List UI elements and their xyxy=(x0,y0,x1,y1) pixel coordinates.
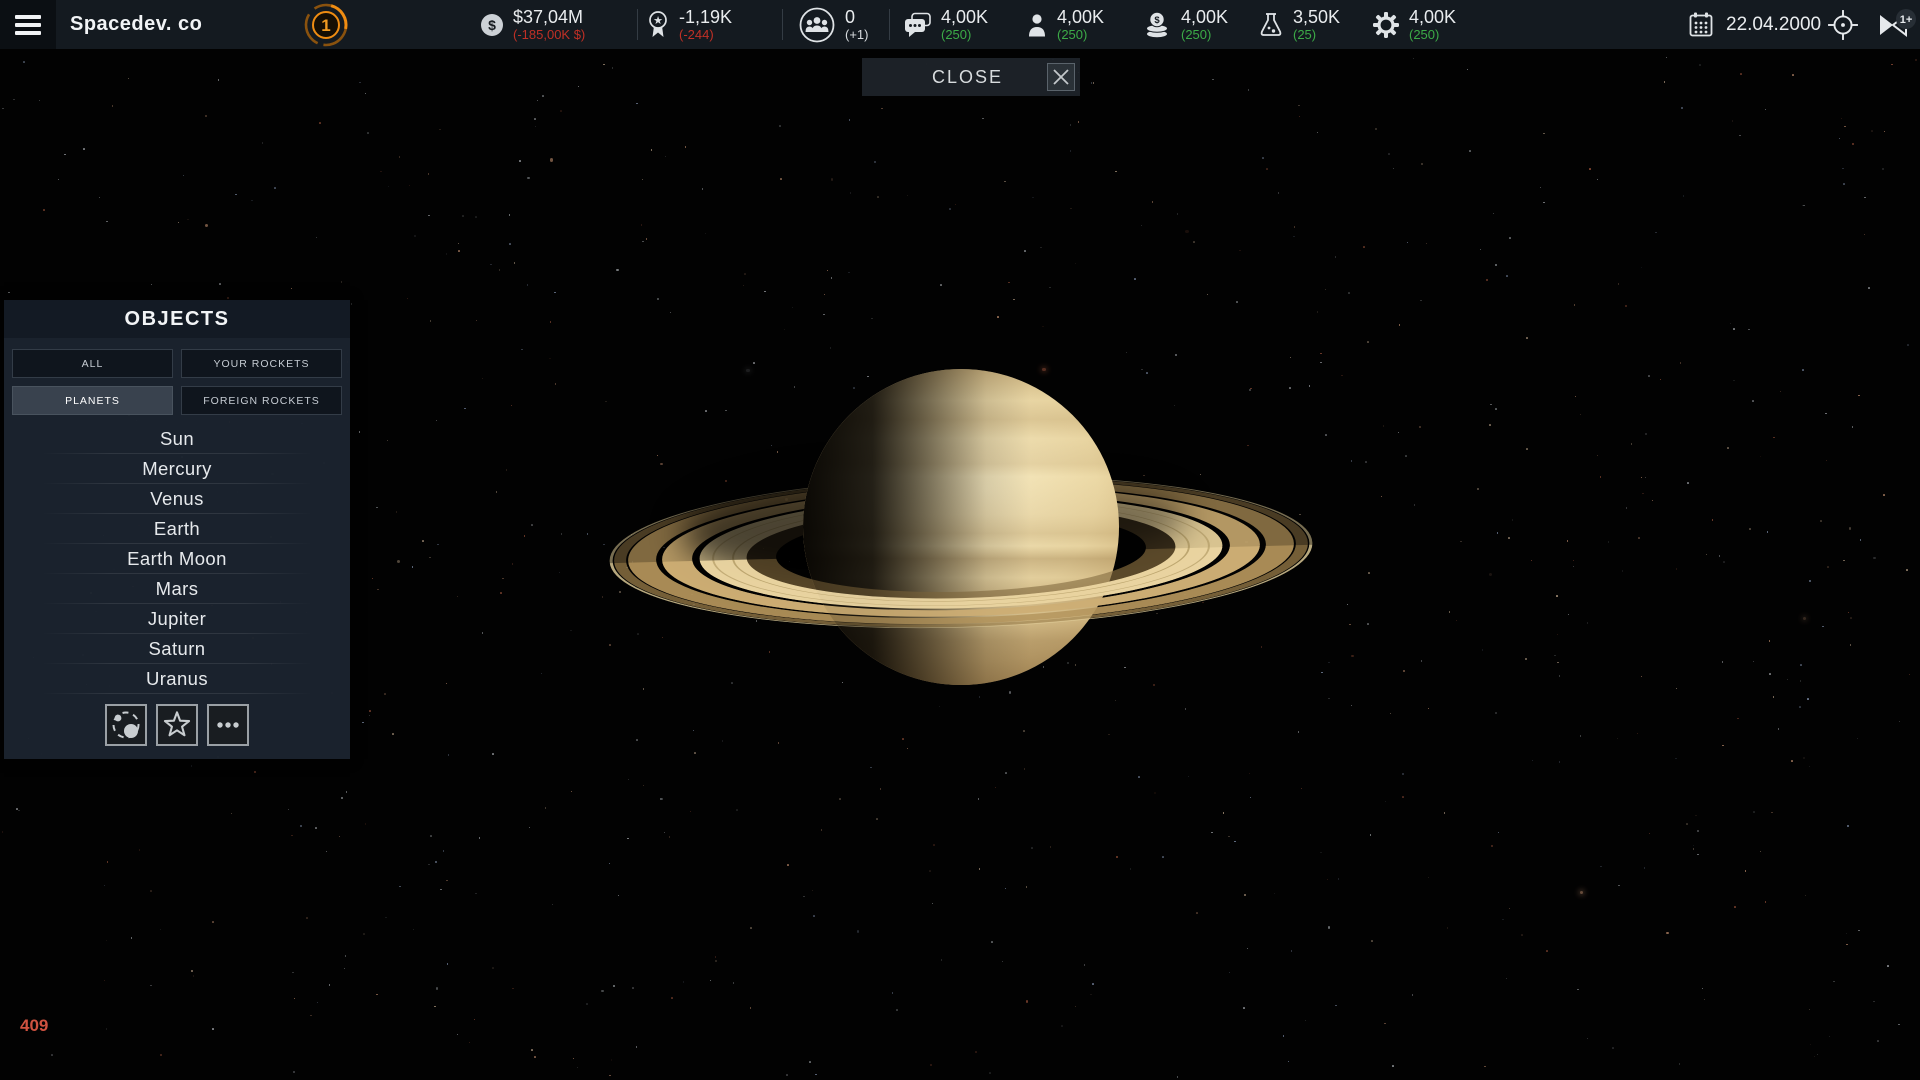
stat-delta: (25) xyxy=(1293,28,1340,42)
svg-text:★: ★ xyxy=(653,15,663,27)
stat-delta: (-244) xyxy=(679,28,732,42)
stat-value: -1,19K xyxy=(679,8,732,27)
app-title: Spacedev. co xyxy=(70,0,202,49)
coins-icon: $ xyxy=(1142,11,1172,39)
chat-icon xyxy=(903,12,932,38)
objects-list: Sun Mercury Venus Earth Earth Moon Mars … xyxy=(4,424,350,694)
date-display[interactable]: 22.04.2000 xyxy=(1688,0,1821,49)
close-label: CLOSE xyxy=(862,67,1047,88)
objects-panel-title: OBJECTS xyxy=(4,300,350,338)
orbit-icon xyxy=(110,709,142,741)
stat-delta: (+1) xyxy=(845,28,868,42)
list-item-mars[interactable]: Mars xyxy=(4,574,350,604)
stat-value: $37,04M xyxy=(513,8,585,27)
stat-delta: (250) xyxy=(1057,28,1104,42)
locate-button[interactable] xyxy=(1826,8,1860,42)
stat-money[interactable]: $ $37,04M(-185,00K $) xyxy=(480,0,585,49)
stat-reputation[interactable]: ★ -1,19K(-244) xyxy=(646,0,732,49)
population-icon xyxy=(798,6,836,44)
close-x-icon xyxy=(1048,64,1074,90)
objects-panel: OBJECTS ALL YOUR ROCKETS PLANETS FOREIGN… xyxy=(4,300,350,759)
ellipsis-icon xyxy=(214,711,242,739)
stat-value: 4,00K xyxy=(1181,8,1228,27)
stat-coins[interactable]: $ 4,00K(250) xyxy=(1142,0,1228,49)
saturn-globe xyxy=(803,369,1119,685)
stat-delta: (250) xyxy=(941,28,988,42)
gear-icon xyxy=(1372,11,1400,39)
list-item-earth-moon[interactable]: Earth Moon xyxy=(4,544,350,574)
flask-icon xyxy=(1258,11,1284,39)
list-item-earth[interactable]: Earth xyxy=(4,514,350,544)
list-item-sun[interactable]: Sun xyxy=(4,424,350,454)
menu-button[interactable] xyxy=(0,0,56,49)
stat-value: 4,00K xyxy=(1409,8,1456,27)
tab-your-rockets[interactable]: YOUR ROCKETS xyxy=(181,349,342,378)
level-value: 1 xyxy=(321,16,330,35)
close-x-button[interactable] xyxy=(1047,63,1075,91)
orbits-button[interactable] xyxy=(105,704,147,746)
time-speed-button[interactable]: 1+ xyxy=(1876,7,1918,43)
list-item-jupiter[interactable]: Jupiter xyxy=(4,604,350,634)
stat-value: 4,00K xyxy=(1057,8,1104,27)
crosshair-icon xyxy=(1827,9,1859,41)
dollar-coin-icon: $ xyxy=(480,13,504,37)
star-icon xyxy=(162,710,192,740)
hamburger-icon xyxy=(15,15,41,35)
svg-text:$: $ xyxy=(1154,15,1160,26)
tab-foreign-rockets[interactable]: FOREIGN ROCKETS xyxy=(181,386,342,415)
planet-saturn[interactable] xyxy=(570,340,1360,720)
divider xyxy=(637,9,638,40)
list-item-mercury[interactable]: Mercury xyxy=(4,454,350,484)
svg-text:$: $ xyxy=(488,17,496,33)
debug-counter: 409 xyxy=(20,1016,48,1036)
stat-production[interactable]: 4,00K(250) xyxy=(1372,0,1456,49)
stat-science[interactable]: 3,50K(25) xyxy=(1258,0,1340,49)
medal-icon: ★ xyxy=(646,10,670,40)
stat-delta: (250) xyxy=(1409,28,1456,42)
level-badge[interactable]: 1 xyxy=(303,2,349,48)
tab-planets[interactable]: PLANETS xyxy=(12,386,173,415)
list-item-saturn[interactable]: Saturn xyxy=(4,634,350,664)
list-item-venus[interactable]: Venus xyxy=(4,484,350,514)
stat-contacts[interactable]: 4,00K(250) xyxy=(903,0,988,49)
stat-value: 0 xyxy=(845,8,868,27)
objects-panel-actions xyxy=(4,694,350,759)
close-button[interactable]: CLOSE xyxy=(862,58,1080,96)
stat-population[interactable]: 0(+1) xyxy=(798,0,868,49)
list-item-uranus[interactable]: Uranus xyxy=(4,664,350,694)
top-resource-bar: Spacedev. co 1 $ $37,04M(-185,00K $) ★ -… xyxy=(0,0,1920,49)
favorite-button[interactable] xyxy=(156,704,198,746)
more-options-button[interactable] xyxy=(207,704,249,746)
date-value: 22.04.2000 xyxy=(1726,14,1821,36)
stat-delta: (250) xyxy=(1181,28,1228,42)
game-stage: Spacedev. co 1 $ $37,04M(-185,00K $) ★ -… xyxy=(0,0,1920,1080)
stat-staff[interactable]: 4,00K(250) xyxy=(1026,0,1104,49)
divider xyxy=(889,9,890,40)
person-icon xyxy=(1026,12,1048,38)
stat-delta: (-185,00K $) xyxy=(513,28,585,42)
tab-all[interactable]: ALL xyxy=(12,349,173,378)
calendar-icon xyxy=(1688,12,1714,38)
divider xyxy=(782,9,783,40)
time-speed-value: 1+ xyxy=(1900,14,1913,26)
stat-value: 4,00K xyxy=(941,8,988,27)
stat-value: 3,50K xyxy=(1293,8,1340,27)
objects-tabs: ALL YOUR ROCKETS PLANETS FOREIGN ROCKETS xyxy=(4,338,350,420)
